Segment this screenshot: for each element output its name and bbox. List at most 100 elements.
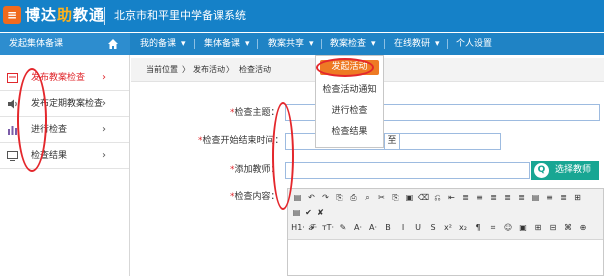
toolbar-button[interactable]: ⇤ <box>445 192 458 203</box>
toolbar-button[interactable]: ⎘ <box>389 192 402 203</box>
toolbar-button[interactable]: ≣ <box>557 192 570 203</box>
logo-text-part1: 博达 <box>25 6 58 24</box>
nav-chevron-5: ▾ <box>435 39 440 49</box>
system-name: 北京市和平里中学备课系统 <box>114 9 246 22</box>
toolbar-button[interactable]: ⌫ <box>417 192 430 203</box>
toolbar-button[interactable]: B <box>381 222 395 233</box>
toolbar-button[interactable]: ▣ <box>516 222 530 233</box>
nav-chevron-4: ▾ <box>371 39 376 49</box>
annotation-circle <box>272 102 294 210</box>
breadcrumb-separator: 〉 <box>226 65 234 74</box>
toolbar-button[interactable]: ⎘ <box>333 192 346 203</box>
toolbar-button[interactable]: ✎ <box>336 222 350 233</box>
editor-content-area[interactable] <box>288 239 603 275</box>
toolbar-button[interactable]: ↷ <box>319 192 332 203</box>
annotation-circle <box>316 58 374 77</box>
nav-left-title[interactable]: 发起集体备课 <box>9 37 63 51</box>
logo-text: 博达助教通 <box>25 5 105 25</box>
toolbar-button[interactable]: ☺ <box>501 222 515 233</box>
title-label-text: 检查主题： <box>234 108 280 118</box>
toolbar-button[interactable]: 𝓕· <box>306 222 320 233</box>
nav-separator <box>257 39 258 49</box>
chevron-right-icon: › <box>102 150 106 161</box>
toolbar-button[interactable]: ⊞ <box>531 222 545 233</box>
document-icon <box>7 73 18 83</box>
end-time-input[interactable] <box>399 133 501 150</box>
nav-lesson-share[interactable]: 教案共享 <box>268 37 304 51</box>
header-divider <box>104 7 105 25</box>
toolbar-button[interactable]: ≡ <box>473 192 486 203</box>
home-icon[interactable] <box>107 38 119 50</box>
teacher-input[interactable] <box>285 162 530 179</box>
nav-separator <box>384 39 385 49</box>
toolbar-button[interactable]: ≣ <box>501 192 514 203</box>
toolbar-button[interactable]: ✘ <box>315 207 326 218</box>
select-teacher-label: 选择教师 <box>555 165 592 175</box>
nav-separator <box>194 39 195 49</box>
logo-text-part3: 教通 <box>73 6 106 24</box>
toolbar-button[interactable]: ≣ <box>487 192 500 203</box>
toolbar-button[interactable]: ▤ <box>291 192 304 203</box>
select-teacher-button[interactable]: Q 选择教师 <box>531 161 599 180</box>
toolbar-button[interactable]: ▤ <box>529 192 542 203</box>
toolbar-button[interactable]: ≣ <box>515 192 528 203</box>
toolbar-button[interactable]: ↶ <box>305 192 318 203</box>
app-header: ≡ 博达助教通 北京市和平里中学备课系统 <box>0 0 604 32</box>
toolbar-button[interactable]: ▣ <box>403 192 416 203</box>
nav-chevron-1: ▾ <box>181 39 186 49</box>
speaker-icon <box>8 99 17 109</box>
annotation-circle <box>17 68 47 172</box>
toolbar-button[interactable]: ⊕ <box>576 222 590 233</box>
nav-separator <box>321 39 322 49</box>
toolbar-button[interactable]: ⊟ <box>546 222 560 233</box>
logo-text-part2: 助 <box>57 6 74 24</box>
toolbar-button[interactable]: ≣ <box>459 192 472 203</box>
nav-my-prep[interactable]: 我的备课 <box>140 37 176 51</box>
toolbar-button[interactable]: x² <box>441 222 455 233</box>
nav-group-prep[interactable]: 集体备课 <box>204 37 240 51</box>
nav-chevron-2: ▾ <box>245 39 250 49</box>
toolbar-button[interactable]: ᴛT· <box>321 222 335 233</box>
breadcrumb-separator: 〉 <box>182 65 190 74</box>
nav-online-research[interactable]: 在线教研 <box>394 37 430 51</box>
toolbar-button[interactable]: I <box>396 222 410 233</box>
toolbar-button[interactable]: A· <box>351 222 365 233</box>
toolbar-button[interactable]: x₂ <box>456 222 470 233</box>
dropdown-item-check-notice[interactable]: 检查活动通知 <box>316 84 383 97</box>
nav-personal-settings[interactable]: 个人设置 <box>456 37 492 51</box>
title-label: *检查主题： <box>230 106 280 120</box>
toolbar-button[interactable]: U <box>411 222 425 233</box>
toolbar-button[interactable]: ✂ <box>375 192 388 203</box>
nav-lesson-check[interactable]: 教案检查 <box>330 37 366 51</box>
nav-left-panel: 发起集体备课 <box>0 33 130 55</box>
toolbar-button[interactable]: ⌘ <box>561 222 575 233</box>
toolbar-button[interactable]: ⌕ <box>361 192 374 203</box>
chevron-right-icon: › <box>102 72 106 83</box>
dropdown-item-conduct-check[interactable]: 进行检查 <box>316 105 383 118</box>
nav-chevron-3: ▾ <box>309 39 314 49</box>
dropdown-item-check-results[interactable]: 检查结果 <box>316 126 383 139</box>
toolbar-button[interactable]: ⊞ <box>571 192 584 203</box>
chevron-right-icon: › <box>102 98 106 109</box>
toolbar-button[interactable]: ⎌ <box>431 192 444 203</box>
breadcrumb-level2: 检查活动 <box>239 65 271 74</box>
chevron-right-icon: › <box>102 124 106 135</box>
toolbar-button[interactable]: H1· <box>291 222 305 233</box>
toolbar-button[interactable]: ¶ <box>471 222 485 233</box>
rich-text-editor: ▤ ↶ ↷ ⎘ ⎙ ⌕ ✂ ⎘ ▣ ⌫ ⎌ ⇤ ≣ ≡ ≣ ≣ ≣ ▤ ≡ ≣ ⊞ ▤ ✔ ✘ H1· 𝓕· ᴛT· ✎ A· A· B… <box>287 188 604 276</box>
nav-separator <box>447 39 448 49</box>
content-label-text: 检查内容： <box>234 192 280 202</box>
toolbar-button[interactable]: A· <box>366 222 380 233</box>
content-label: *检查内容： <box>230 190 280 204</box>
breadcrumb-prefix: 当前位置 <box>146 65 178 74</box>
toolbar-button[interactable]: ⌗ <box>486 222 500 233</box>
toolbar-button[interactable]: ⎙ <box>347 192 360 203</box>
breadcrumb-level1[interactable]: 发布活动 <box>193 64 225 76</box>
main-navbar: 发起集体备课 我的备课 ▾ 集体备课 ▾ 教案共享 ▾ 教案检查 ▾ 在线教研 … <box>0 33 604 55</box>
toolbar-button[interactable]: ▤ <box>291 207 302 218</box>
toolbar-button[interactable]: ✔ <box>303 207 314 218</box>
toolbar-button[interactable]: ≡ <box>543 192 556 203</box>
logo-icon: ≡ <box>3 6 21 24</box>
toolbar-button[interactable]: S <box>426 222 440 233</box>
to-label: 至 <box>385 133 399 150</box>
